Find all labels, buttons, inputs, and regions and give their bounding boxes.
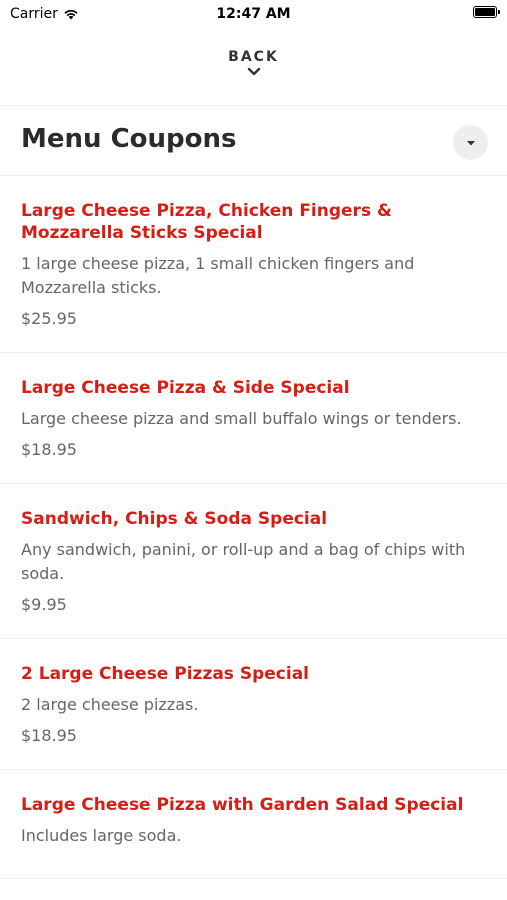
coupon-price: $18.95 [21,726,77,745]
coupon-price: $18.95 [21,440,77,459]
coupon-price: $25.95 [21,309,77,328]
page-title: Menu Coupons [21,124,237,154]
status-time: 12:47 AM [216,6,291,22]
coupon-item[interactable]: Sandwich, Chips & Soda Special Any sandw… [0,484,507,639]
coupon-name: Large Cheese Pizza with Garden Salad Spe… [21,795,464,815]
back-label: BACK [228,49,279,65]
coupon-price: $9.95 [21,595,67,614]
category-dropdown-button[interactable] [453,125,488,160]
battery-icon [473,6,500,18]
coupon-description: Any sandwich, panini, or roll-up and a b… [21,540,466,583]
chevron-down-icon [247,67,260,76]
coupon-item[interactable]: Large Cheese Pizza, Chicken Fingers & Mo… [0,176,507,353]
back-button[interactable]: BACK [0,30,507,106]
app-screen: Carrier 12:47 AM BACK Menu Coupons Large… [0,0,507,900]
coupon-name: 2 Large Cheese Pizzas Special [21,664,309,684]
status-bar: Carrier 12:47 AM [0,0,507,30]
coupon-item[interactable]: 2 Large Cheese Pizzas Special 2 large ch… [0,639,507,770]
page-header: Menu Coupons [0,106,507,176]
coupon-description: Includes large soda. [21,826,182,845]
caret-down-icon [466,140,475,145]
battery-fill [475,8,495,16]
coupon-item[interactable]: Large Cheese Pizza with Garden Salad Spe… [0,770,507,879]
coupon-name: Large Cheese Pizza & Side Special [21,378,350,398]
coupon-description: 2 large cheese pizzas. [21,695,199,714]
coupon-name: Large Cheese Pizza, Chicken Fingers & Mo… [21,201,392,243]
coupon-name: Sandwich, Chips & Soda Special [21,509,328,529]
coupon-description: Large cheese pizza and small buffalo win… [21,409,462,428]
coupon-item[interactable]: Large Cheese Pizza & Side Special Large … [0,353,507,484]
coupon-description: 1 large cheese pizza, 1 small chicken fi… [21,254,415,297]
coupon-list: Large Cheese Pizza, Chicken Fingers & Mo… [0,176,507,879]
